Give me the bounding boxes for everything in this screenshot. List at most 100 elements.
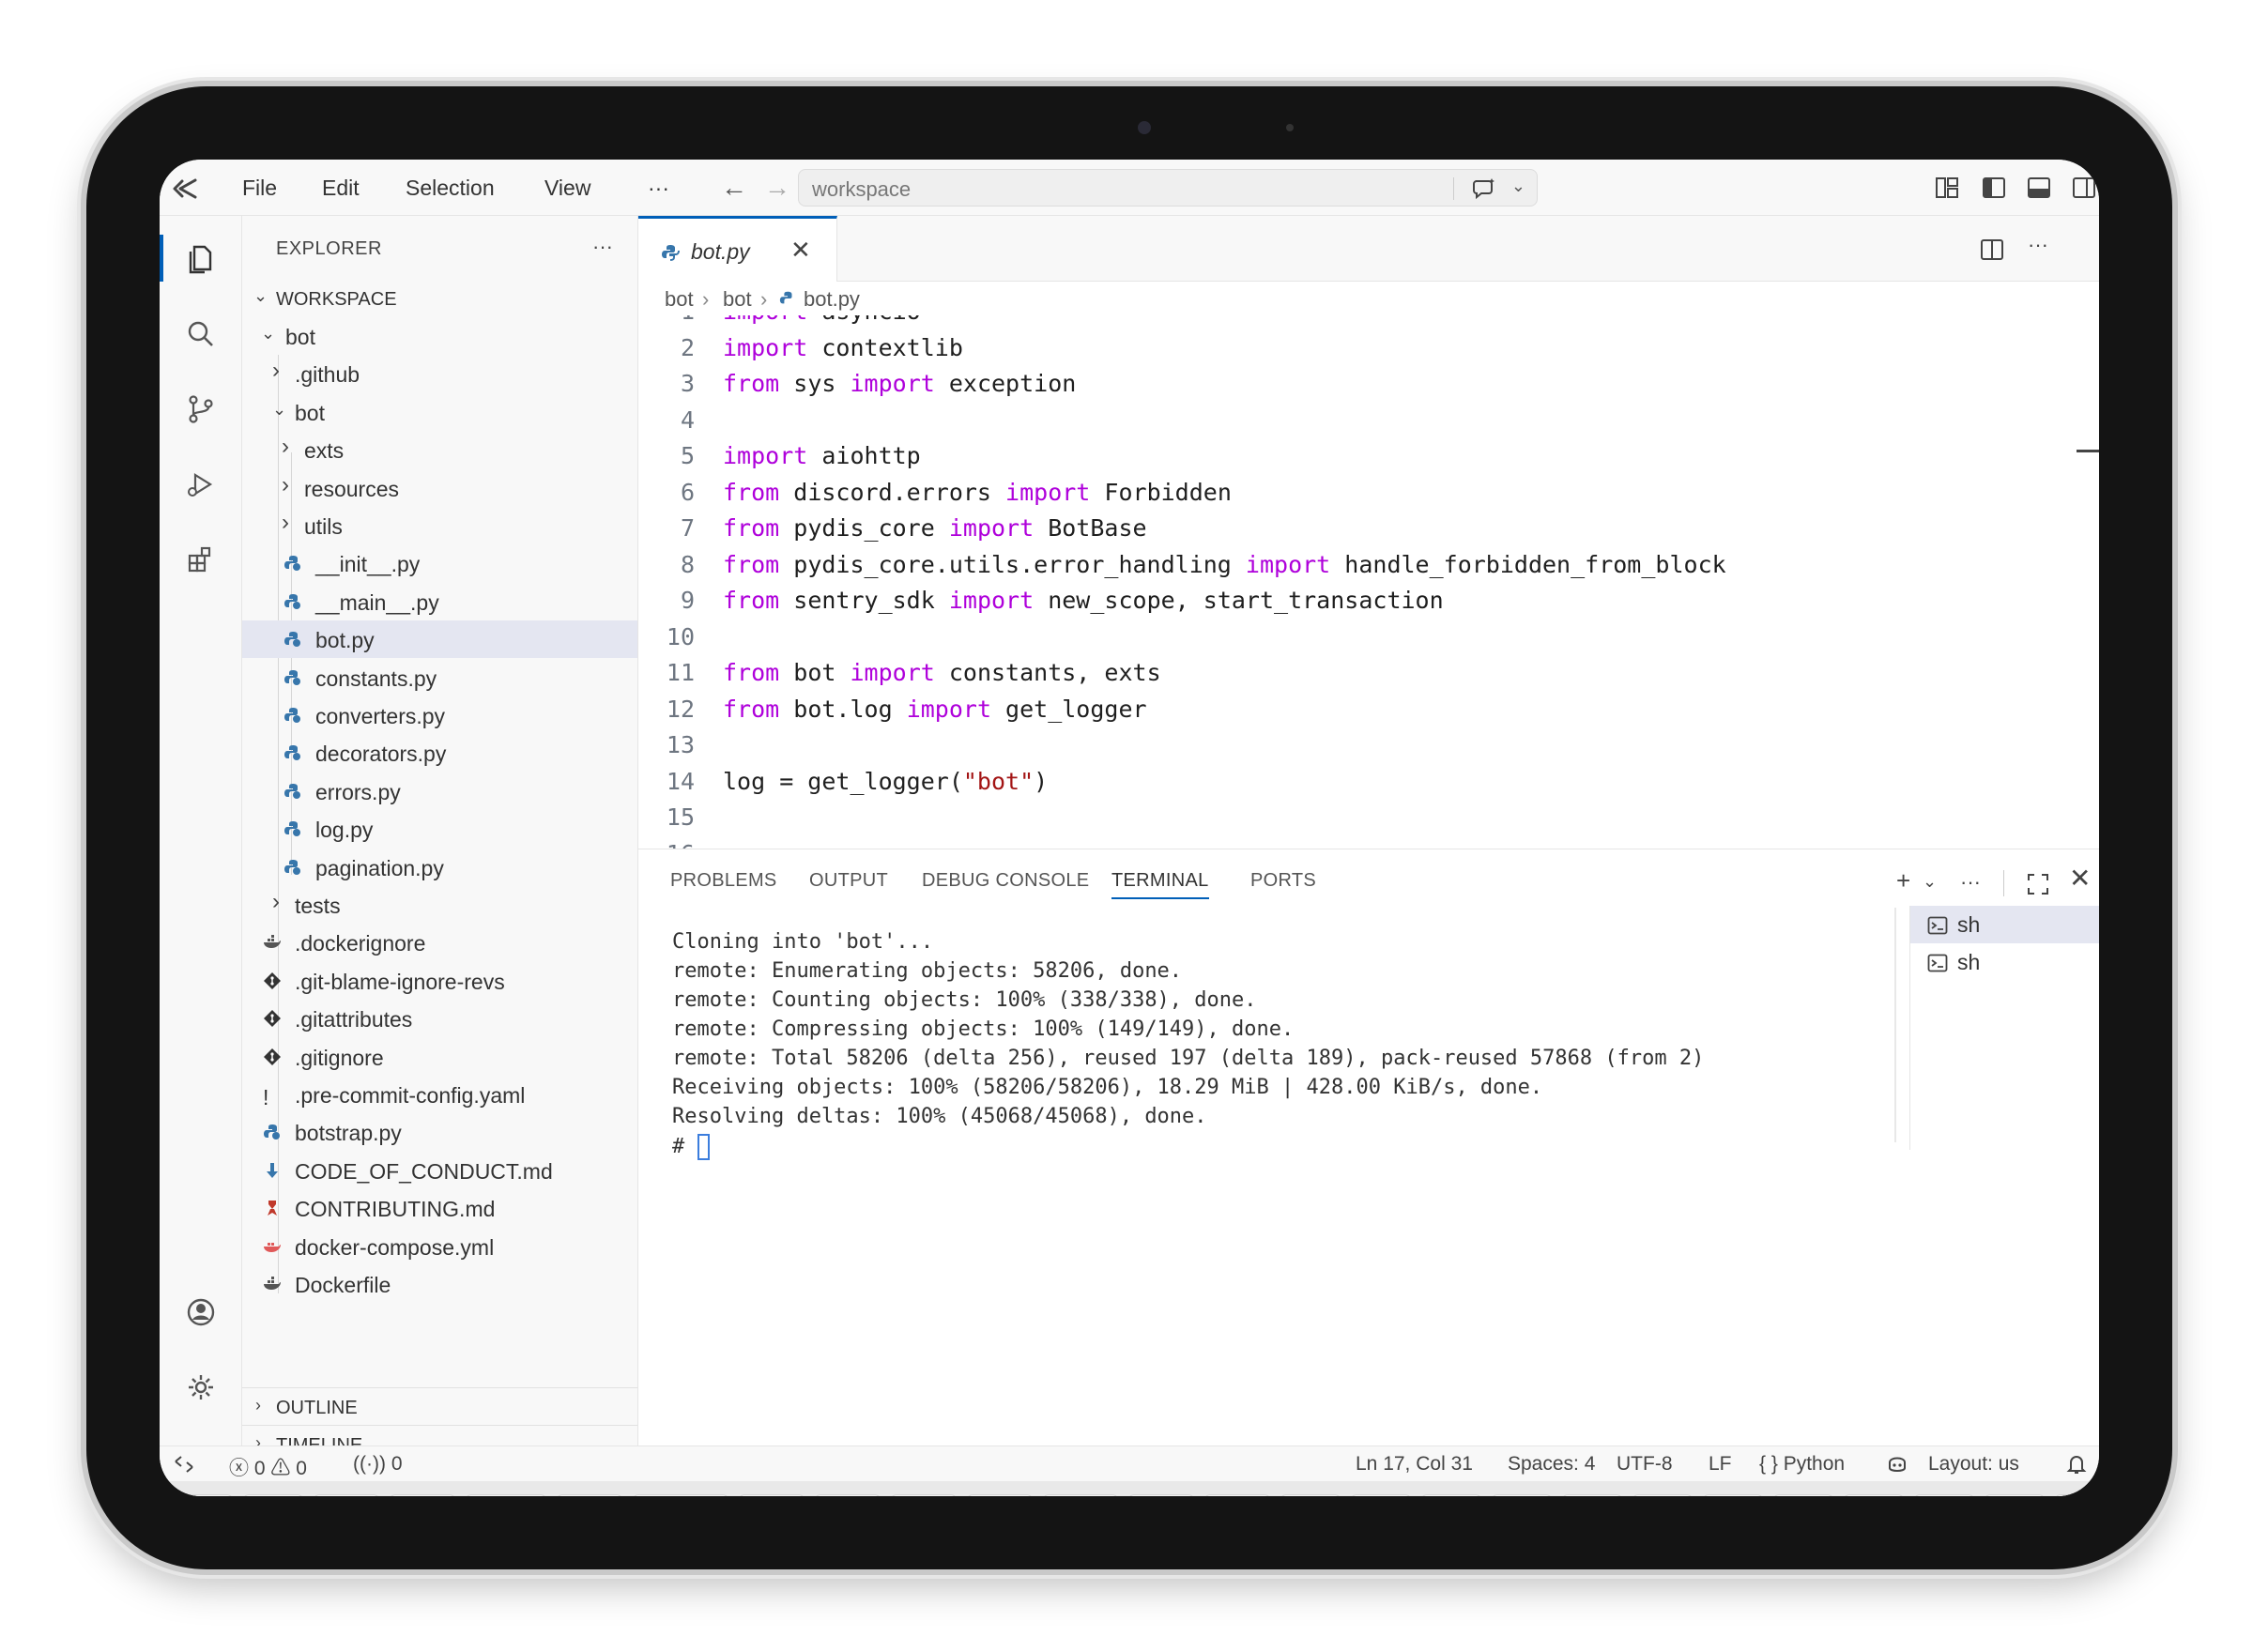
scrollbar-marker[interactable]	[2077, 450, 2099, 452]
folder-item[interactable]: › .github	[242, 355, 637, 392]
key-[interactable]: ↑	[891, 1494, 957, 1496]
file-item[interactable]: .git-blame-ignore-revs	[242, 962, 637, 1000]
key-ctrl[interactable]: CTRL	[466, 1494, 546, 1496]
folder-item[interactable]: ⌄ bot	[242, 317, 637, 355]
key-d[interactable]: ^D	[1773, 1494, 1833, 1496]
new-terminal-plus-icon[interactable]: +	[1896, 866, 1910, 895]
extensions-icon[interactable]	[184, 543, 218, 576]
folder-item[interactable]: › resources	[242, 469, 637, 507]
file-item[interactable]: CONTRIBUTING.md	[242, 1189, 637, 1227]
fullscreen-icon[interactable]: ⛶	[243, 1494, 303, 1496]
run-debug-icon[interactable]	[184, 467, 218, 501]
file-item[interactable]: Dockerfile	[242, 1265, 637, 1303]
editor-more-icon[interactable]: ···	[2028, 233, 2054, 259]
close-icon[interactable]: ✕	[790, 236, 811, 265]
key-j[interactable]: ^J	[1351, 1494, 1411, 1496]
back-arrow-icon[interactable]: ←	[721, 173, 747, 203]
key-p[interactable]: ^P	[1562, 1494, 1622, 1496]
key-[interactable]: ←	[739, 1494, 805, 1496]
file-item[interactable]: pagination.py	[242, 849, 637, 886]
file-item[interactable]: CODE_OF_CONDUCT.md	[242, 1152, 637, 1189]
close-panel-icon[interactable]: ✕	[2069, 863, 2091, 894]
errors-indicator[interactable]: ⓧ 0 ⚠ 0	[229, 1453, 307, 1481]
copilot-icon[interactable]	[1885, 1453, 1909, 1476]
command-center-search[interactable]: workspace ⌄	[798, 169, 1538, 206]
file-item[interactable]: botstrap.py	[242, 1113, 637, 1151]
terminal-instance[interactable]: sh	[1910, 943, 2099, 981]
panel-more-icon[interactable]: ···	[1960, 870, 1981, 895]
file-item[interactable]: bot.py	[242, 620, 637, 659]
toggle-panel-icon[interactable]	[2026, 175, 2052, 201]
key-f1[interactable]: F1	[2055, 1494, 2099, 1496]
chat-icon[interactable]	[1471, 176, 1497, 202]
key-[interactable]: ↓	[967, 1494, 1033, 1496]
menu-view[interactable]: View	[544, 176, 590, 201]
key-end[interactable]: END	[1128, 1494, 1194, 1496]
customize-layout-icon[interactable]	[1934, 175, 1960, 201]
key-tab[interactable]: TAB	[390, 1494, 455, 1496]
ports-indicator[interactable]: ((·)) 0	[353, 1453, 403, 1476]
outline-section[interactable]: › OUTLINE	[242, 1387, 637, 1425]
file-item[interactable]: __main__.py	[242, 583, 637, 620]
tab-problems[interactable]: PROBLEMS	[670, 870, 777, 892]
keyboard-layout[interactable]: Layout: us	[1928, 1453, 2019, 1476]
account-icon[interactable]	[184, 1295, 218, 1329]
menu-file[interactable]: File	[242, 176, 277, 201]
chevron-down-icon[interactable]: ⌄	[1511, 176, 1525, 196]
code-editor[interactable]: 1 import asyncio 2 import contextlib 3 from s…	[638, 315, 2099, 849]
file-item[interactable]: errors.py	[242, 772, 637, 810]
language-mode[interactable]: { } Python	[1759, 1453, 1845, 1476]
indentation[interactable]: Spaces: 4	[1508, 1453, 1595, 1476]
key-del[interactable]: DEL	[1204, 1494, 1270, 1496]
key-y[interactable]: ^Y	[1703, 1494, 1763, 1496]
explorer-more-icon[interactable]: ···	[592, 235, 613, 259]
terminal-scrollbar[interactable]	[1894, 908, 1896, 1142]
file-item[interactable]: log.py	[242, 810, 637, 848]
menu-edit[interactable]: Edit	[322, 176, 360, 201]
key-b[interactable]: ^B	[1280, 1494, 1341, 1496]
file-item[interactable]: .gitignore	[242, 1038, 637, 1076]
menu-selection[interactable]: Selection	[406, 176, 495, 201]
tab-terminal[interactable]: TERMINAL	[1111, 870, 1209, 899]
file-item[interactable]: docker-compose.yml	[242, 1228, 637, 1265]
folder-item[interactable]: › tests	[242, 886, 637, 924]
key-alt[interactable]: ALT	[557, 1494, 622, 1496]
tab-debug-console[interactable]: DEBUG CONSOLE	[922, 870, 1089, 892]
terminal-instance[interactable]: sh	[1910, 906, 2099, 943]
toggle-sidebar-icon[interactable]	[1981, 175, 2007, 201]
chevron-down-icon[interactable]: ⌄	[1923, 872, 1937, 892]
file-item[interactable]: ! .pre-commit-config.yaml	[242, 1076, 637, 1113]
search-icon[interactable]	[184, 317, 218, 351]
key-home[interactable]: HOME	[1043, 1494, 1118, 1496]
workspace-section[interactable]: ⌄ WORKSPACE	[242, 280, 637, 317]
key-[interactable]: →	[815, 1494, 881, 1496]
file-item[interactable]: .dockerignore	[242, 924, 637, 961]
key-[interactable]: ^/	[1914, 1494, 1974, 1496]
cursor-position[interactable]: Ln 17, Col 31	[1356, 1453, 1473, 1476]
settings-gear-icon[interactable]	[184, 1370, 218, 1404]
menu-more[interactable]: ···	[648, 176, 669, 201]
timeline-section[interactable]: › TIMELINE	[242, 1425, 637, 1446]
remote-icon[interactable]	[173, 1454, 195, 1475]
breadcrumb-item[interactable]: bot.py	[804, 287, 860, 312]
file-item[interactable]: constants.py	[242, 659, 637, 696]
files-icon[interactable]	[184, 242, 218, 276]
key-f[interactable]: ^F	[1492, 1494, 1552, 1496]
tab-bot-py[interactable]: bot.py ✕	[638, 216, 837, 282]
key-esc[interactable]: ESC	[314, 1494, 379, 1496]
file-item[interactable]: decorators.py	[242, 734, 637, 772]
app-logo-icon[interactable]	[171, 175, 199, 203]
forward-arrow-icon[interactable]: →	[764, 173, 790, 203]
key-[interactable]: ^`	[1985, 1494, 2045, 1496]
key-z[interactable]: ^Z	[1632, 1494, 1693, 1496]
key-w[interactable]: ^W	[1844, 1494, 1904, 1496]
key-s[interactable]: ^S	[1421, 1494, 1481, 1496]
folder-item[interactable]: › utils	[242, 507, 637, 544]
line-ending[interactable]: LF	[1709, 1453, 1732, 1476]
tab-output[interactable]: OUTPUT	[809, 870, 888, 892]
bell-icon[interactable]	[2065, 1452, 2088, 1476]
split-editor-icon[interactable]	[1979, 237, 2005, 263]
encoding[interactable]: UTF-8	[1617, 1453, 1673, 1476]
file-item[interactable]: converters.py	[242, 696, 637, 734]
toggle-secondary-sidebar-icon[interactable]	[2071, 175, 2097, 201]
